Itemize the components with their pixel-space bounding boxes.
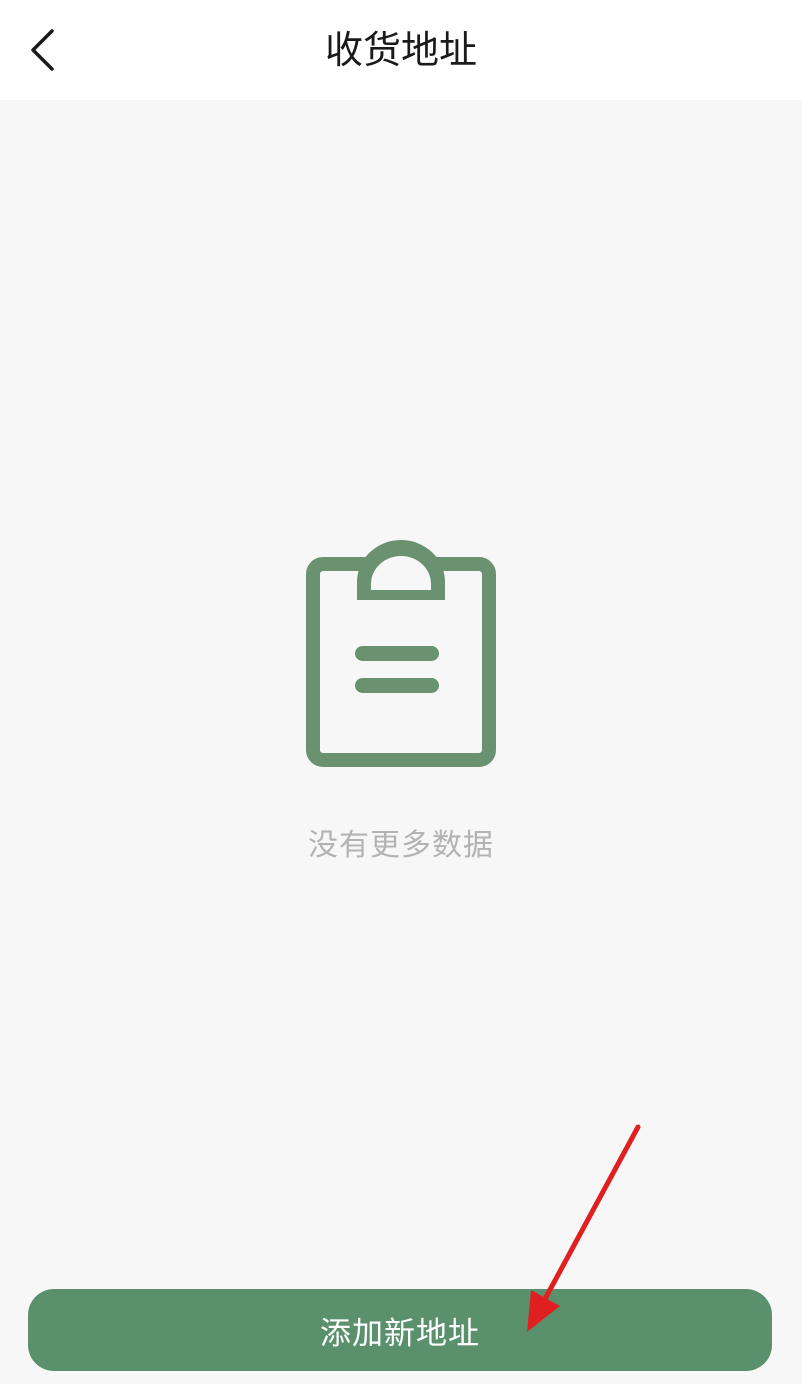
clipboard-icon: [306, 540, 496, 767]
empty-message: 没有更多数据: [308, 828, 494, 863]
add-new-address-label: 添加新地址: [320, 1315, 480, 1352]
nav-bar: 收货地址: [0, 0, 802, 100]
address-list-screen: 收货地址 没有更多数据 添加新地址: [0, 0, 802, 1384]
empty-state: 没有更多数据: [0, 540, 802, 864]
page-title: 收货地址: [324, 28, 477, 72]
add-new-address-button[interactable]: 添加新地址: [28, 1289, 772, 1371]
